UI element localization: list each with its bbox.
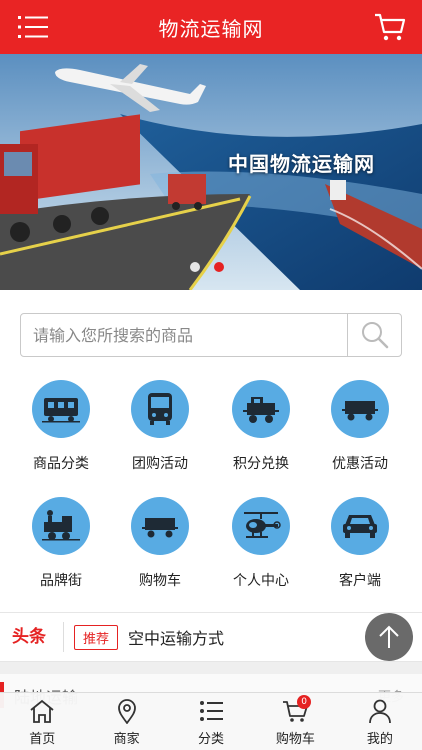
page-title: 物流运输网 (158, 16, 264, 41)
cart-icon[interactable] (374, 12, 406, 42)
freight-car-icon (342, 401, 378, 421)
search-bar (20, 313, 402, 357)
tab-categories[interactable]: 分类 (169, 693, 253, 750)
helicopter-icon (244, 512, 281, 538)
grid-item-brand-street[interactable]: 品牌街 (11, 497, 111, 590)
grid-item-promotions[interactable]: 优惠活动 (310, 380, 410, 473)
carousel-dot[interactable] (190, 262, 200, 272)
grid-item-label: 团购活动 (132, 456, 188, 472)
tab-home[interactable]: 首页 (0, 693, 84, 750)
location-pin-icon (117, 699, 136, 724)
carousel-dots (190, 262, 224, 272)
grid-item-label: 商品分类 (33, 456, 89, 472)
app-header: 物流运输网 (0, 0, 422, 54)
grid-item-personal-center[interactable]: 个人中心 (211, 497, 311, 590)
menu-icon[interactable] (18, 14, 48, 40)
cart-count-badge: 0 (297, 695, 312, 709)
home-icon (30, 699, 54, 723)
tab-label: 购物车 (275, 732, 315, 747)
steam-train-icon (42, 510, 80, 541)
grid-item-group-buy[interactable]: 团购活动 (110, 380, 210, 473)
tab-label: 我的 (366, 732, 393, 747)
tram-icon (42, 398, 80, 423)
locomotive-icon (243, 397, 279, 423)
grid-item-label: 品牌街 (40, 573, 82, 589)
back-to-top-button[interactable] (365, 613, 413, 661)
car-icon (343, 515, 377, 538)
search-button[interactable] (347, 314, 401, 356)
bus-icon (148, 393, 172, 425)
grid-item-label: 个人中心 (233, 573, 289, 589)
arrow-up-icon (379, 625, 399, 648)
recommend-badge: 推荐 (74, 624, 119, 650)
tab-label: 商家 (113, 732, 140, 747)
search-input[interactable] (21, 314, 347, 356)
list-icon (200, 701, 224, 721)
tab-label: 首页 (29, 732, 56, 747)
tab-merchants[interactable]: 商家 (84, 693, 168, 750)
news-ticker[interactable]: 头条 推荐 空中运输方式 (0, 612, 422, 662)
grid-item-label: 积分兑换 (233, 456, 289, 472)
grid-item-label: 客户端 (339, 573, 381, 589)
banner-caption: 中国物流运输网 (228, 152, 375, 176)
banner-carousel[interactable]: 中国物流运输网 (0, 54, 422, 290)
carousel-dot-active[interactable] (214, 262, 224, 272)
search-icon (361, 322, 388, 349)
grid-item-label: 优惠活动 (332, 456, 388, 472)
grid-item-shopping-cart[interactable]: 购物车 (110, 497, 210, 590)
grid-item-client[interactable]: 客户端 (310, 497, 410, 590)
user-icon (368, 699, 391, 724)
grid-item-points-exchange[interactable]: 积分兑换 (211, 380, 311, 473)
tab-label: 分类 (198, 732, 225, 747)
news-headline[interactable]: 空中运输方式 (128, 625, 224, 649)
headline-tag: 头条 (0, 622, 64, 652)
grid-item-label: 购物车 (139, 573, 181, 589)
tab-cart[interactable]: 0 购物车 (253, 693, 337, 750)
section-divider (0, 662, 422, 674)
bottom-tab-bar: 首页 商家 分类 0 购物车 我的 (0, 692, 422, 750)
grid-item-product-category[interactable]: 商品分类 (11, 380, 111, 473)
cart-wagon-icon (142, 518, 178, 538)
tab-mine[interactable]: 我的 (338, 693, 422, 750)
